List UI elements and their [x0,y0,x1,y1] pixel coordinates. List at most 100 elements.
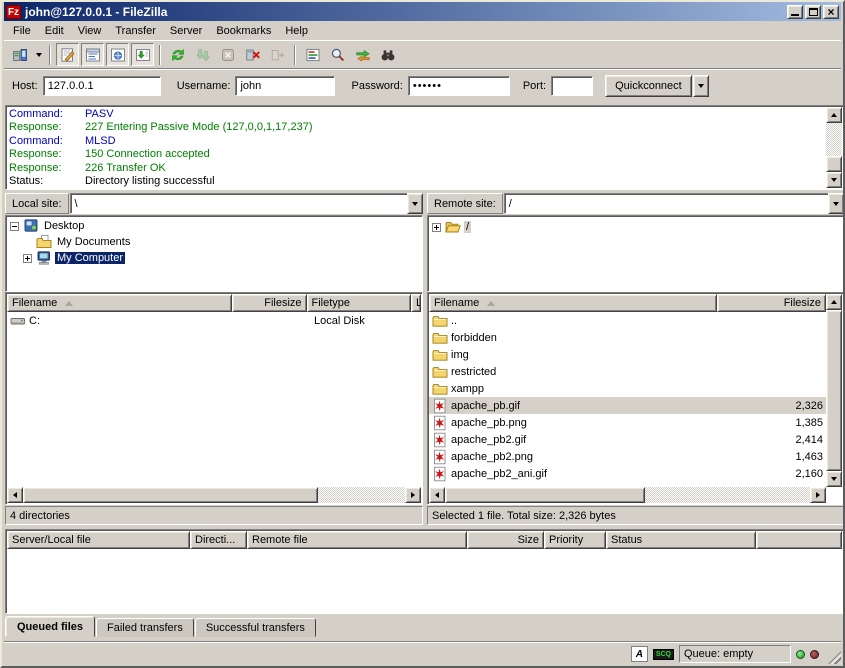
remote-file-row[interactable]: .. [429,312,826,329]
port-input[interactable] [551,76,593,96]
scroll-left-button[interactable] [7,487,23,503]
local-site-value[interactable]: \ [70,193,408,214]
column-header-remote-file[interactable]: Remote file [247,531,467,549]
scroll-thumb[interactable] [826,156,842,172]
reconnect-button[interactable] [266,43,289,66]
process-queue-button[interactable] [191,43,214,66]
collapse-icon[interactable] [10,222,19,231]
scroll-left-button[interactable] [429,487,445,503]
scroll-up-button[interactable] [826,107,842,123]
remote-site-value[interactable]: / [504,193,829,214]
remote-file-row[interactable]: apache_pb2_ani.gif2,160 [429,465,826,482]
local-horizontal-scrollbar[interactable] [7,487,421,503]
quickconnect-bar: Host: Username: Password: Port: Quickcon… [4,68,841,102]
column-header-last-modified[interactable]: L [411,294,421,312]
local-status-line: 4 directories [5,506,423,525]
scroll-up-button[interactable] [826,294,842,310]
refresh-button[interactable] [166,43,189,66]
remote-horizontal-scrollbar[interactable] [429,487,826,503]
scroll-track[interactable] [645,487,810,503]
scroll-track[interactable] [318,487,405,503]
column-header-server-local-file[interactable]: Server/Local file [7,531,190,549]
disconnect-button[interactable] [241,43,264,66]
site-manager-dropdown[interactable] [32,43,45,66]
remote-file-row[interactable]: apache_pb2.png1,463 [429,448,826,465]
toggle-transfer-queue-button[interactable] [131,43,154,66]
tab-queued-files[interactable]: Queued files [5,616,95,637]
menu-view[interactable]: View [71,23,109,39]
column-header-filename[interactable]: Filename [7,294,232,312]
close-button[interactable] [823,5,839,19]
column-header-filetype[interactable]: Filetype [307,294,411,312]
scroll-down-button[interactable] [826,471,842,487]
tree-item-root[interactable]: / [432,219,843,235]
menu-edit[interactable]: Edit [38,23,71,39]
scroll-track[interactable] [826,123,842,172]
column-header-size[interactable]: Size [467,531,544,549]
local-site-combobox[interactable]: \ [70,193,423,214]
tree-item-label: Desktop [42,220,86,232]
remote-file-row[interactable]: forbidden [429,329,826,346]
column-header-filesize[interactable]: Filesize [232,294,307,312]
port-label: Port: [523,80,546,92]
local-file-row[interactable]: C: Local Disk [7,312,421,329]
expand-icon[interactable] [432,223,441,232]
scroll-thumb[interactable] [445,487,645,503]
remote-site-dropdown[interactable] [828,193,844,214]
tree-item-desktop[interactable]: Desktop [10,218,422,234]
data-type-indicator-icon[interactable]: A [631,646,648,662]
remote-site-combobox[interactable]: / [504,193,844,214]
synchronized-browsing-button[interactable] [351,43,374,66]
scroll-thumb[interactable] [23,487,318,503]
menu-transfer[interactable]: Transfer [108,23,163,39]
tab-failed-transfers[interactable]: Failed transfers [96,618,194,637]
site-manager-button[interactable] [8,43,31,66]
log-vertical-scrollbar[interactable] [826,107,842,188]
password-input[interactable] [408,76,510,96]
remote-file-row[interactable]: img [429,346,826,363]
tab-successful-transfers[interactable]: Successful transfers [195,618,316,637]
minimize-button[interactable] [787,5,803,19]
cancel-operation-button[interactable] [216,43,239,66]
directory-listing-filters-button[interactable] [301,43,324,66]
expand-icon[interactable] [23,254,32,263]
menu-bookmarks[interactable]: Bookmarks [209,23,278,39]
app-icon[interactable]: Fz [6,5,21,19]
username-input[interactable] [235,76,335,96]
local-site-dropdown[interactable] [407,193,423,214]
status-bar: A SCQ Queue: empty [4,641,841,666]
speed-limits-icon[interactable]: SCQ [653,649,674,660]
scroll-right-button[interactable] [405,487,421,503]
filename-cell: restricted [429,364,717,380]
toggle-message-log-button[interactable] [56,43,79,66]
scroll-right-button[interactable] [810,487,826,503]
scroll-down-button[interactable] [826,172,842,188]
tree-item-my-computer[interactable]: My Computer [23,250,422,266]
tree-item-my-documents[interactable]: My Documents [36,234,422,250]
remote-file-row[interactable]: apache_pb.png1,385 [429,414,826,431]
column-header-priority[interactable]: Priority [544,531,606,549]
host-input[interactable] [43,76,161,96]
column-header-status[interactable]: Status [606,531,756,549]
quickconnect-button[interactable]: Quickconnect [605,75,692,97]
remote-file-row[interactable]: restricted [429,363,826,380]
toggle-remote-tree-button[interactable] [106,43,129,66]
menu-server[interactable]: Server [163,23,209,39]
remote-file-row[interactable]: apache_pb2.gif2,414 [429,431,826,448]
title-bar[interactable]: Fz john@127.0.0.1 - FileZilla [4,2,841,21]
file-search-button[interactable] [376,43,399,66]
menu-file[interactable]: File [6,23,38,39]
toggle-local-tree-button[interactable] [81,43,104,66]
maximize-button[interactable] [805,5,821,19]
quickconnect-dropdown[interactable] [693,75,709,97]
column-header-direction[interactable]: Directi... [190,531,247,549]
column-header-filesize[interactable]: Filesize [717,294,826,312]
scroll-thumb[interactable] [826,310,842,471]
column-header-filename[interactable]: Filename [429,294,717,312]
directory-comparison-button[interactable] [326,43,349,66]
remote-file-row[interactable]: xampp [429,380,826,397]
remote-site-bar: Remote site: / [427,193,844,214]
menu-help[interactable]: Help [278,23,315,39]
remote-vertical-scrollbar[interactable] [826,294,842,487]
remote-file-row-selected[interactable]: apache_pb.gif2,326 [429,397,826,414]
